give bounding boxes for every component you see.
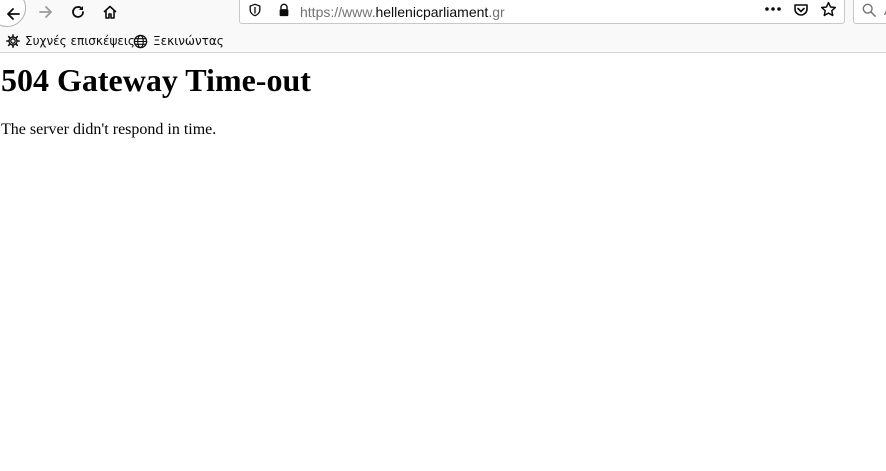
search-icon [862,3,876,17]
url-suffix: .gr [488,4,505,20]
url-prefix: https://www. [300,4,376,20]
bookmarks-toolbar: Συχνές επισκέψεις Ξεκινώντας [0,29,886,53]
error-message: The server didn't respond in time. [1,121,217,138]
back-button[interactable] [0,0,26,27]
bookmark-star-icon[interactable] [820,1,837,18]
bookmark-getting-started[interactable]: Ξεκινώντας [133,32,224,50]
bookmark-most-visited[interactable]: Συχνές επισκέψεις [6,32,135,50]
address-bar[interactable]: https://www.hellenicparliament.gr [239,0,845,24]
globe-icon [133,34,148,48]
back-arrow-icon [7,8,20,20]
page-title: 504 Gateway Time-out [1,62,311,98]
home-button[interactable] [96,0,124,24]
tracking-protection-shield-icon[interactable] [248,3,262,17]
more-actions-icon[interactable] [764,3,782,15]
url-text[interactable]: https://www.hellenicparliament.gr [300,4,505,20]
home-icon [103,5,117,19]
gear-icon [6,34,20,48]
bookmark-label: Ξεκινώντας [153,34,224,48]
navigation-toolbar: https://www.hellenicparliament.gr Α [0,0,886,29]
url-domain: hellenicparliament [375,4,489,20]
bookmark-label: Συχνές επισκέψεις [25,34,135,48]
reload-button[interactable] [64,0,92,24]
reload-icon [72,6,84,18]
search-bar[interactable]: Α [853,0,886,24]
lock-icon[interactable] [277,3,291,17]
forward-button[interactable] [32,0,60,24]
forward-arrow-icon [39,6,52,18]
pocket-icon[interactable] [793,2,809,18]
